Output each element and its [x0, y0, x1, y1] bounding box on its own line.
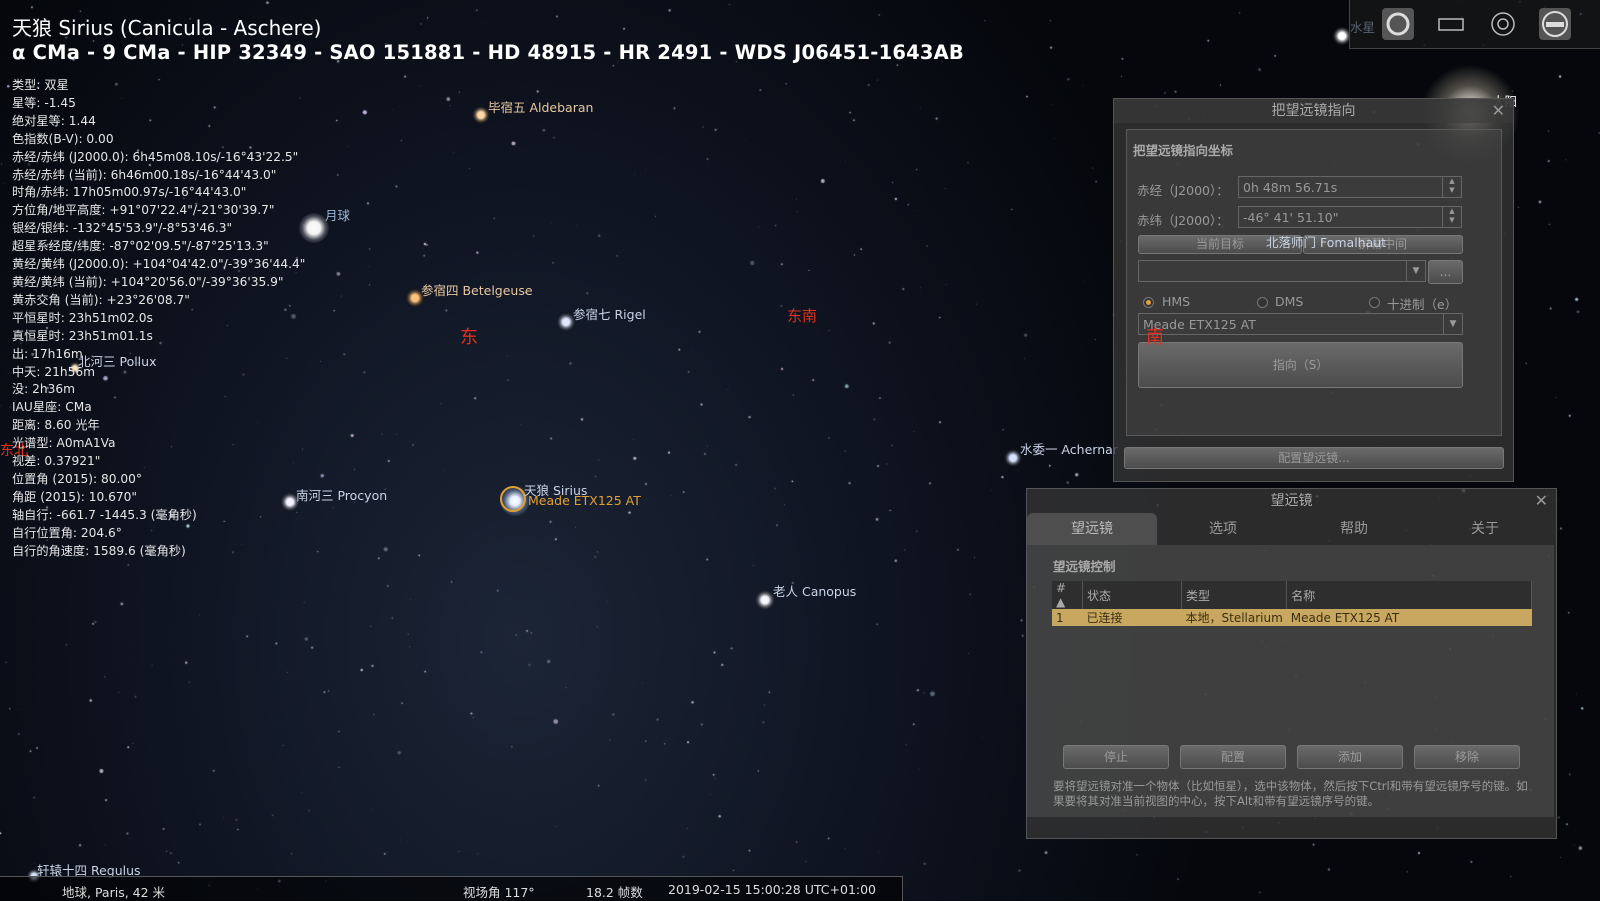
info-line: 距离: 8.60 光年 — [12, 418, 100, 433]
telescope-table: # ▲ 状态 类型 名称 1 已连接 本地，Stellarium Meade E… — [1052, 581, 1532, 626]
rectangle-icon[interactable] — [1435, 8, 1467, 40]
telescope-dialog-title: 望远镜 — [1270, 493, 1313, 509]
info-line: 赤经/赤纬 (当前): 6h46m00.18s/-16°44'43.0" — [12, 167, 277, 182]
slew-dialog: 把望远镜指向 ✕ 把望远镜指向坐标 赤经（J2000）： 0h 48m 56.7… — [1113, 98, 1514, 482]
ra-input[interactable]: 0h 48m 56.71s ▲ ▼ — [1238, 176, 1462, 198]
info-line: 类型: 双星 — [12, 78, 69, 92]
label-moon: 月球 — [325, 208, 351, 223]
telescope-control-title: 望远镜控制 — [1053, 559, 1116, 574]
info-line: 黄经/黄纬 (当前): +104°20'56.0"/-39°36'35.9" — [12, 274, 284, 289]
info-line: 没: 2h36m — [12, 382, 76, 397]
cell-type: 本地，Stellarium — [1181, 609, 1287, 626]
dms-label: DMS — [1275, 294, 1304, 309]
configure-button[interactable]: 配置 — [1180, 745, 1286, 769]
label-fomalhaut: 北落师门 Fomalhaut — [1266, 235, 1387, 250]
tab-telescope[interactable]: 望远镜 — [1027, 513, 1157, 545]
label-rigel: 参宿七 Rigel — [573, 307, 646, 322]
info-line: 光谱型: A0mA1Va — [12, 436, 116, 451]
info-line: 方位角/地平高度: +91°07'22.4"/-21°30'39.7" — [12, 203, 275, 218]
fov-text: 视场角 117° — [463, 885, 535, 900]
slew-button[interactable]: 指向（S） — [1138, 342, 1463, 388]
info-line: 位置角 (2015): 80.00° — [12, 471, 142, 486]
cell-name: Meade ETX125 AT — [1286, 609, 1532, 626]
cardinal-east: 东 — [460, 327, 478, 348]
label-aldebaran: 毕宿五 Aldebaran — [488, 100, 594, 115]
info-line: 绝对星等: 1.44 — [12, 113, 96, 128]
slew-dialog-title: 把望远镜指向 — [1114, 99, 1513, 123]
add-button[interactable]: 添加 — [1297, 745, 1403, 769]
label-achernar: 水委一 Achernar — [1020, 442, 1118, 457]
info-line: 星等: -1.45 — [12, 95, 76, 110]
ra-label: 赤经（J2000）： — [1137, 183, 1229, 198]
decimal-radio[interactable] — [1369, 297, 1380, 308]
fps-text: 18.2 帧数 — [586, 885, 643, 900]
stop-button[interactable]: 停止 — [1063, 745, 1169, 769]
browse-button[interactable]: ... — [1428, 260, 1463, 284]
column-header-num[interactable]: # ▲ — [1052, 581, 1083, 609]
object-title: 天狼 Sirius (Canicula - Aschere) — [12, 16, 322, 40]
info-line: 自行位置角: 204.6° — [12, 525, 122, 540]
cardinal-south: 南 — [1146, 327, 1164, 348]
dec-label: 赤纬（J2000）： — [1137, 213, 1229, 228]
cell-num: 1 — [1052, 609, 1083, 626]
label-telescope: Meade ETX125 AT — [528, 493, 641, 508]
info-line: IAU星座: CMa — [12, 400, 92, 415]
column-header-type[interactable]: 类型 — [1181, 581, 1288, 609]
info-line: 赤经/赤纬 (J2000.0): 6h45m08.10s/-16°43'22.5… — [12, 149, 299, 164]
label-procyon: 南河三 Procyon — [296, 488, 388, 503]
status-bar: 地球, Paris, 42 米 视场角 117° 18.2 帧数 2019-02… — [0, 876, 903, 901]
dec-input[interactable]: -46° 41' 51.10" ▲ ▼ — [1238, 206, 1462, 228]
telescope-dialog: 望远镜 ✕ 望远镜 选项 帮助 关于 望远镜控制 # ▲ 状态 类型 名称 1 … — [1026, 488, 1557, 839]
info-line: 色指数(B-V): 0.00 — [12, 131, 114, 146]
circle-icon[interactable] — [1382, 8, 1414, 40]
location-text[interactable]: 地球, Paris, 42 米 — [62, 882, 165, 901]
info-line: 中天: 21h56m — [12, 364, 95, 379]
telescope-select[interactable]: Meade ETX125 AT ▼ — [1138, 313, 1463, 335]
tab-options[interactable]: 选项 — [1158, 513, 1288, 545]
object-select[interactable]: ▼ — [1138, 260, 1426, 282]
tab-help[interactable]: 帮助 — [1289, 513, 1419, 545]
table-row[interactable]: 1 已连接 本地，Stellarium Meade ETX125 AT — [1052, 609, 1532, 626]
cardinal-southeast: 东南 — [787, 307, 818, 325]
label-betelgeuse: 参宿四 Betelgeuse — [421, 283, 533, 298]
tab-about[interactable]: 关于 — [1420, 513, 1550, 545]
target-icon[interactable] — [1487, 8, 1519, 40]
info-line: 出: 17h16m — [12, 346, 83, 361]
hms-radio[interactable] — [1143, 297, 1154, 308]
info-line: 轴自行: -661.7 -1445.3 (毫角秒) — [12, 507, 197, 522]
object-info-panel: 类型: 双星 星等: -1.45 绝对星等: 1.44 色指数(B-V): 0.00 赤… — [12, 77, 305, 560]
info-line: 自行的角速度: 1589.6 (毫角秒) — [12, 543, 186, 558]
dms-radio[interactable] — [1257, 297, 1268, 308]
remove-button[interactable]: 移除 — [1414, 745, 1520, 769]
info-line: 真恒星时: 23h51m01.1s — [12, 328, 153, 343]
telescope-reticle[interactable] — [500, 486, 526, 512]
close-icon[interactable]: ✕ — [1535, 491, 1548, 510]
slew-section-title: 把望远镜指向坐标 — [1133, 143, 1234, 158]
column-header-name[interactable]: 名称 — [1286, 581, 1532, 609]
info-line: 银经/银纬: -132°45'53.9"/-8°53'46.3" — [12, 221, 233, 236]
slew-dialog-body: 把望远镜指向坐标 赤经（J2000）： 0h 48m 56.71s ▲ ▼ 赤纬（J… — [1126, 129, 1502, 436]
telescope-control-panel: 望远镜控制 # ▲ 状态 类型 名称 1 已连接 本地，Stellarium M… — [1027, 545, 1554, 817]
info-line: 黄经/黄纬 (J2000.0): +104°04'42.0"/-39°36'44… — [12, 257, 306, 272]
info-line: 黄赤交角 (当前): +23°26'08.7" — [12, 292, 190, 307]
close-icon[interactable]: ✕ — [1492, 101, 1505, 120]
cell-status: 已连接 — [1082, 609, 1182, 626]
configure-telescope-button[interactable]: 配置望远镜... — [1124, 447, 1504, 469]
info-line: 超星系经度/纬度: -87°02'09.5"/-87°25'13.3" — [12, 239, 269, 254]
hms-label: HMS — [1162, 294, 1191, 309]
datetime-text[interactable]: 2019-02-15 15:00:28 UTC+01:00 — [668, 882, 876, 897]
telescope-toolbar — [1349, 0, 1600, 49]
info-line: 时角/赤纬: 17h05m00.97s/-16°44'43.0" — [12, 185, 247, 200]
telescope-icon[interactable] — [1539, 8, 1571, 40]
decimal-label: 十进制（e） — [1387, 297, 1458, 312]
info-line: 平恒星时: 23h51m02.0s — [12, 310, 153, 325]
label-canopus: 老人 Canopus — [773, 584, 857, 599]
help-text: 要将望远镜对准一个物体（比如恒星），选中该物体，然后按下Ctrl和带有望远镜序号… — [1053, 779, 1528, 808]
object-catalog-ids: α CMa - 9 CMa - HIP 32349 - SAO 151881 -… — [12, 41, 964, 64]
column-header-status[interactable]: 状态 — [1082, 581, 1182, 609]
info-line: 视差: 0.37921" — [12, 454, 101, 469]
info-line: 角距 (2015): 10.670" — [12, 489, 138, 504]
